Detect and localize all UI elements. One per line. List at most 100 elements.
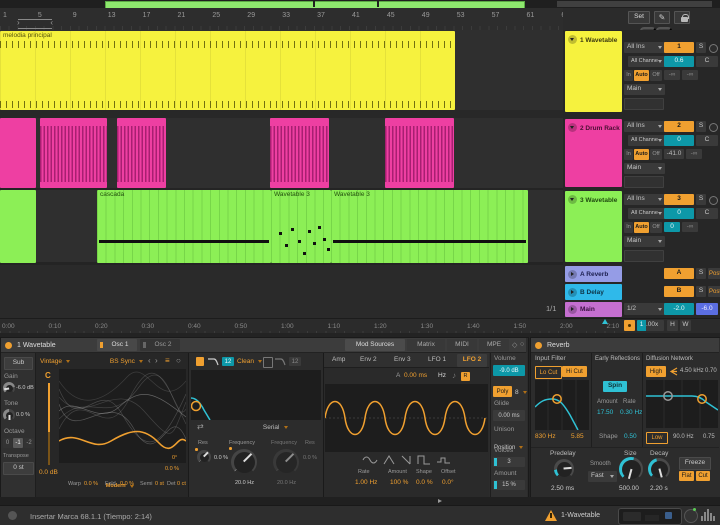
drum-clip[interactable]: [0, 118, 36, 188]
draw-mode-button[interactable]: ✎: [654, 11, 670, 24]
returnA-letter[interactable]: A: [664, 268, 694, 279]
wavetable-table-select[interactable]: BS Sync: [110, 358, 143, 365]
filter1-slope[interactable]: 12: [222, 357, 234, 366]
size-value[interactable]: 500.00: [619, 486, 639, 493]
main-volume[interactable]: -2.0: [664, 303, 694, 315]
fold-track-icon[interactable]: [568, 35, 577, 44]
track2-send-a[interactable]: -41.0: [664, 149, 684, 159]
clip-melodia-principal[interactable]: melodia principal: [0, 31, 455, 110]
tab-lfo1[interactable]: LFO 1: [428, 357, 446, 364]
high-freq-value[interactable]: 4.50 kHz: [680, 368, 704, 374]
drum-clip[interactable]: [117, 118, 166, 188]
next-table-icon[interactable]: ›: [155, 357, 158, 365]
device-activator[interactable]: [535, 342, 542, 349]
device-activator[interactable]: [5, 342, 12, 349]
filter2-type-icon[interactable]: [274, 357, 286, 366]
returnB-letter[interactable]: B: [664, 286, 694, 297]
voices-value[interactable]: 3: [493, 457, 525, 467]
clip-cascada[interactable]: cascada: [97, 190, 271, 263]
diffusion-display[interactable]: [646, 380, 718, 428]
returnB-post-toggle[interactable]: Post: [708, 286, 720, 297]
fold-value[interactable]: 0.0 %: [120, 482, 134, 488]
track1-input-select[interactable]: All Ins: [624, 42, 665, 53]
transpose-value[interactable]: 0 st: [3, 462, 34, 475]
clip-wavetable3-a[interactable]: Wavetable 3: [271, 190, 331, 263]
loop-brace[interactable]: › ‹: [18, 19, 52, 29]
display-mode-icon[interactable]: ≡: [165, 357, 170, 365]
tab-env3[interactable]: Env 3: [394, 357, 411, 364]
track1-name-box[interactable]: 1 Wavetable: [565, 31, 622, 112]
track2-output-select[interactable]: Main: [624, 163, 665, 174]
freeze-button[interactable]: Freeze: [679, 457, 711, 470]
track3-number[interactable]: 3: [664, 194, 694, 205]
semi-value[interactable]: 0 st: [155, 482, 164, 488]
tab-amp[interactable]: Amp: [332, 357, 345, 364]
tab-lfo2[interactable]: LFO 2: [457, 354, 487, 367]
smooth-select[interactable]: Fast: [588, 471, 617, 482]
track3-name-box[interactable]: 3 Wavetable: [565, 191, 622, 262]
device-scroll-strip[interactable]: [0, 497, 720, 505]
save-preset-icon[interactable]: ○: [520, 341, 524, 348]
track3-solo-button[interactable]: S: [696, 194, 706, 205]
track1-monitor-auto[interactable]: Auto: [634, 70, 649, 81]
drum-clip[interactable]: [40, 118, 107, 188]
predelay-value[interactable]: 2.50 ms: [551, 486, 574, 493]
input-filter-display[interactable]: [535, 380, 589, 430]
fold-track-icon[interactable]: [568, 288, 577, 297]
device-title-bar[interactable]: 1 Wavetable Osc 1 Osc 2 Mod Sources Matr…: [1, 338, 526, 353]
warning-icon[interactable]: [545, 510, 557, 521]
track2-name-box[interactable]: 2 Drum Rack: [565, 119, 622, 187]
track2-input-select[interactable]: All Ins: [624, 121, 665, 132]
main-name-box[interactable]: Main: [565, 302, 622, 317]
hi-cut-button[interactable]: Hi Cut: [562, 366, 587, 377]
filter-display[interactable]: [191, 370, 321, 420]
low-freq-value[interactable]: 90.0 Hz: [673, 434, 694, 440]
midi-keyboard-widget[interactable]: [618, 508, 682, 525]
sub-tone-knob[interactable]: [3, 409, 15, 421]
set-button[interactable]: Set: [628, 11, 650, 24]
track3-send-a[interactable]: 0: [664, 222, 680, 232]
track3-output-select[interactable]: Main: [624, 236, 665, 247]
spin-button[interactable]: Spin: [603, 381, 627, 392]
fold-track-icon[interactable]: [568, 123, 577, 132]
track2-monitor-auto[interactable]: Auto: [634, 149, 649, 160]
poly-voices-select[interactable]: 8: [515, 389, 527, 396]
wavetable-category-select[interactable]: Vintage: [40, 358, 70, 365]
decay-value[interactable]: 2.20 s: [650, 486, 668, 493]
track2-monitor-in[interactable]: In: [624, 149, 633, 160]
prev-table-icon[interactable]: ‹: [148, 357, 151, 365]
filter1-circuit-select[interactable]: Clean: [237, 358, 262, 365]
tab-osc1[interactable]: Osc 1: [97, 339, 137, 351]
octave-minus2[interactable]: -2: [24, 438, 34, 448]
track2-monitor-off[interactable]: Off: [650, 149, 662, 160]
input-filter-q[interactable]: 5.85: [571, 434, 584, 441]
freq2-value[interactable]: 20.0 Hz: [277, 481, 296, 487]
tab-osc2[interactable]: Osc 2: [140, 339, 180, 351]
res1-knob[interactable]: [197, 450, 211, 464]
filter2-activator[interactable]: [263, 357, 273, 368]
hot-swap-icon[interactable]: ◇: [512, 341, 517, 349]
er-amount-value[interactable]: 17.50: [597, 410, 613, 417]
size-knob[interactable]: [619, 457, 643, 481]
track3-monitor-auto[interactable]: Auto: [634, 222, 649, 233]
tab-env2[interactable]: Env 2: [360, 357, 377, 364]
returnA-solo-button[interactable]: S: [696, 268, 706, 279]
track1-send-a[interactable]: -∞: [664, 70, 680, 80]
zoom-width-button[interactable]: W: [680, 320, 691, 331]
tab-mod-sources[interactable]: Mod Sources: [345, 339, 405, 351]
track1-monitor-off[interactable]: Off: [650, 70, 662, 81]
lo-cut-button[interactable]: Lo Cut: [535, 366, 562, 379]
shape-value[interactable]: 0.0 %: [416, 480, 433, 487]
lfo-attack-value[interactable]: 0.00 ms: [404, 373, 427, 380]
follow-chip[interactable]: [624, 320, 635, 331]
cue-knob[interactable]: [684, 509, 698, 523]
arrangement-overview[interactable]: [0, 0, 720, 8]
track2-pan[interactable]: C: [696, 135, 718, 146]
fold-track-icon[interactable]: [568, 195, 577, 204]
returnB-name-box[interactable]: B Delay: [565, 284, 622, 300]
sub-gain-knob[interactable]: [3, 382, 15, 394]
high-shelf-button[interactable]: High: [646, 366, 666, 377]
track2-volume[interactable]: 0: [664, 135, 694, 146]
track1-send-b[interactable]: -∞: [682, 70, 698, 80]
freq1-value[interactable]: 20.0 Hz: [235, 481, 254, 487]
